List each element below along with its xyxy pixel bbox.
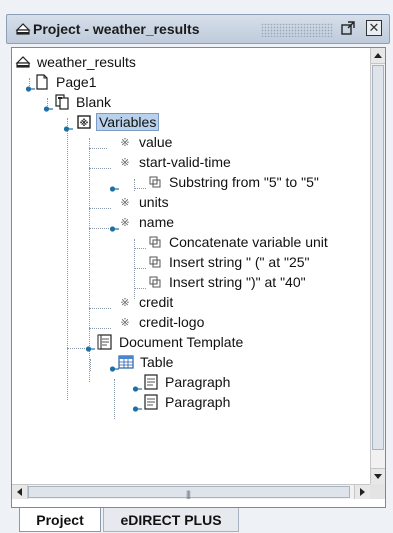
tree-node-label: Insert string ")" at "40" [169,274,306,290]
tree-node-label: Table [140,354,174,370]
tree-node-operation[interactable]: Concatenate variable unit [147,232,330,252]
tree-node-variable[interactable]: ※ name [117,212,176,232]
maximize-icon[interactable] [340,20,356,38]
bottom-tab-strip: Project eDIRECT PLUS [11,508,386,533]
scroll-left-icon[interactable] [12,485,28,499]
project-window: Project - weather_results ✕ weather_resu… [0,0,393,533]
document-template-icon [97,334,113,350]
variable-icon: ※ [117,214,133,230]
svg-text:※: ※ [120,196,129,209]
project-icon [15,54,31,70]
tree-node-label: Paragraph [165,394,231,410]
tab-edirect-plus[interactable]: eDIRECT PLUS [103,508,239,532]
titlebar-grip [261,23,333,37]
tree-node-blank[interactable]: Blank [54,92,113,112]
tree-node-variable[interactable]: ※ units [117,192,171,212]
variable-icon: ※ [117,154,133,170]
expand-handle-icon[interactable] [85,344,95,354]
collapse-handle-icon[interactable] [132,384,142,394]
tree-node-table[interactable]: Table [118,352,175,372]
tree-node-variable[interactable]: ※ start-valid-time [117,152,233,172]
horizontal-scroll-thumb[interactable]: ||| [28,486,350,499]
variable-icon: ※ [117,194,133,210]
tree-node-variable[interactable]: ※ value [117,132,174,152]
tree-node-variable[interactable]: ※ credit [117,292,175,312]
vertical-scrollbar[interactable] [370,48,385,484]
vertical-scroll-thumb[interactable] [372,65,384,450]
tree-node-label: Insert string " (" at "25" [169,254,310,270]
project-tree-panel: weather_results Page1 Blank ※ Variables … [11,47,386,508]
tree-node-label: credit [139,294,174,310]
window-titlebar[interactable]: Project - weather_results ✕ [6,14,390,44]
expand-handle-icon[interactable] [63,124,73,134]
tree-node-label: Variables [96,113,160,131]
scroll-grip-icon: ||| [186,489,191,499]
variables-icon: ※ [76,114,92,130]
scroll-right-icon[interactable] [354,485,370,499]
tree-node-page[interactable]: Page1 [34,72,98,92]
tree-node-label: start-valid-time [139,154,231,170]
tree-node-operation[interactable]: Insert string " (" at "25" [147,252,312,272]
tree-node-label: Paragraph [165,374,231,390]
copy-pages-icon [54,94,70,110]
window-title: Project - weather_results [33,21,200,37]
tree-node-operation[interactable]: Substring from "5" to "5" [147,172,321,192]
tree-node-paragraph[interactable]: Paragraph [143,392,232,412]
horizontal-scrollbar[interactable]: ||| [12,484,370,499]
scroll-up-icon[interactable] [371,48,385,64]
paragraph-icon [143,374,159,390]
tree-node-label: Substring from "5" to "5" [169,174,319,190]
tree-node-variable[interactable]: ※ credit-logo [117,312,206,332]
tree-node-label: Page1 [56,74,97,90]
tree-node-project[interactable]: weather_results [15,52,138,72]
variable-icon: ※ [117,314,133,330]
tree-node-label: Concatenate variable unit [169,234,328,250]
tree-node-paragraph[interactable]: Paragraph [143,372,232,392]
svg-text:※: ※ [80,118,89,129]
project-tree[interactable]: weather_results Page1 Blank ※ Variables … [12,48,370,484]
svg-text:※: ※ [120,216,129,229]
variable-icon: ※ [117,294,133,310]
variable-icon: ※ [117,134,133,150]
project-icon [15,21,31,42]
tree-node-label: weather_results [37,54,136,70]
operation-icon [147,234,163,250]
expand-handle-icon[interactable] [43,104,53,114]
tree-node-label: credit-logo [139,314,205,330]
svg-text:※: ※ [120,296,129,309]
tree-node-label: name [139,214,175,230]
tree-node-variables[interactable]: ※ Variables [76,112,160,132]
close-icon[interactable]: ✕ [366,20,382,36]
tree-node-label: value [139,134,173,150]
svg-text:※: ※ [120,136,129,149]
operation-icon [147,254,163,270]
table-icon [118,354,134,370]
collapse-handle-icon[interactable] [132,404,142,414]
page-icon [34,74,50,90]
tree-node-document-template[interactable]: Document Template [97,332,245,352]
operation-icon [147,174,163,190]
scrollbar-corner [370,484,385,499]
paragraph-icon [143,394,159,410]
tab-project[interactable]: Project [19,508,101,532]
svg-text:※: ※ [120,156,129,169]
tree-node-label: units [139,194,169,210]
svg-text:※: ※ [120,316,129,329]
tree-node-label: Blank [76,94,112,110]
tree-node-label: Document Template [119,334,244,350]
operation-icon [147,274,163,290]
scroll-down-icon[interactable] [371,468,385,484]
tree-node-operation[interactable]: Insert string ")" at "40" [147,272,308,292]
